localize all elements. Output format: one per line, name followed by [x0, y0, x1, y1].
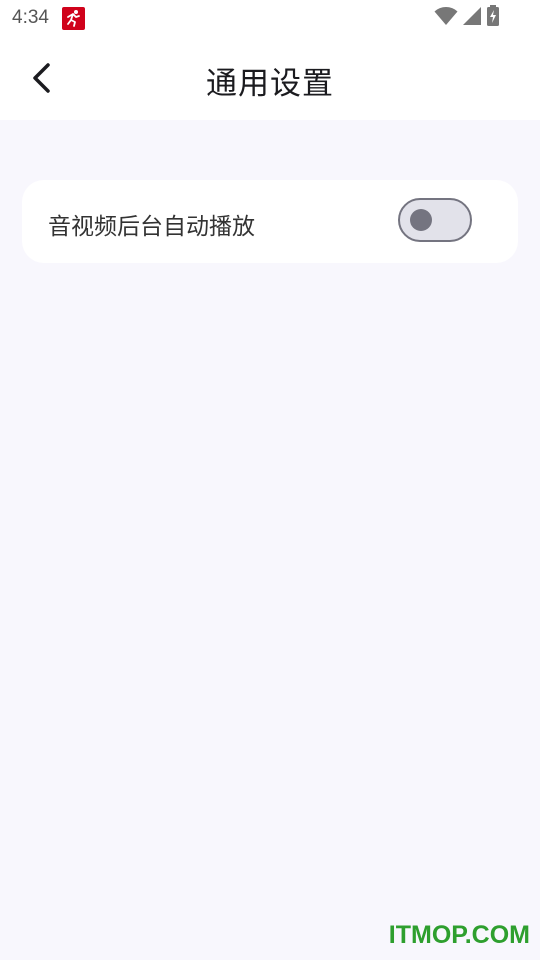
status-bar: 4:34 [0, 0, 540, 36]
background-autoplay-toggle[interactable] [398, 198, 472, 242]
signal-icon [462, 6, 482, 30]
battery-charging-icon [486, 5, 500, 31]
settings-card: 音视频后台自动播放 [22, 180, 518, 263]
watermark: ITMOP.COM [388, 921, 530, 949]
app-notification-icon [62, 7, 85, 30]
background-autoplay-label: 音视频后台自动播放 [48, 214, 255, 240]
toggle-knob [410, 209, 432, 231]
status-time: 4:34 [12, 7, 49, 28]
app-header: 通用设置 [0, 36, 540, 120]
wifi-icon [434, 6, 458, 30]
page-title: 通用设置 [206, 66, 334, 102]
status-icons [434, 5, 500, 31]
